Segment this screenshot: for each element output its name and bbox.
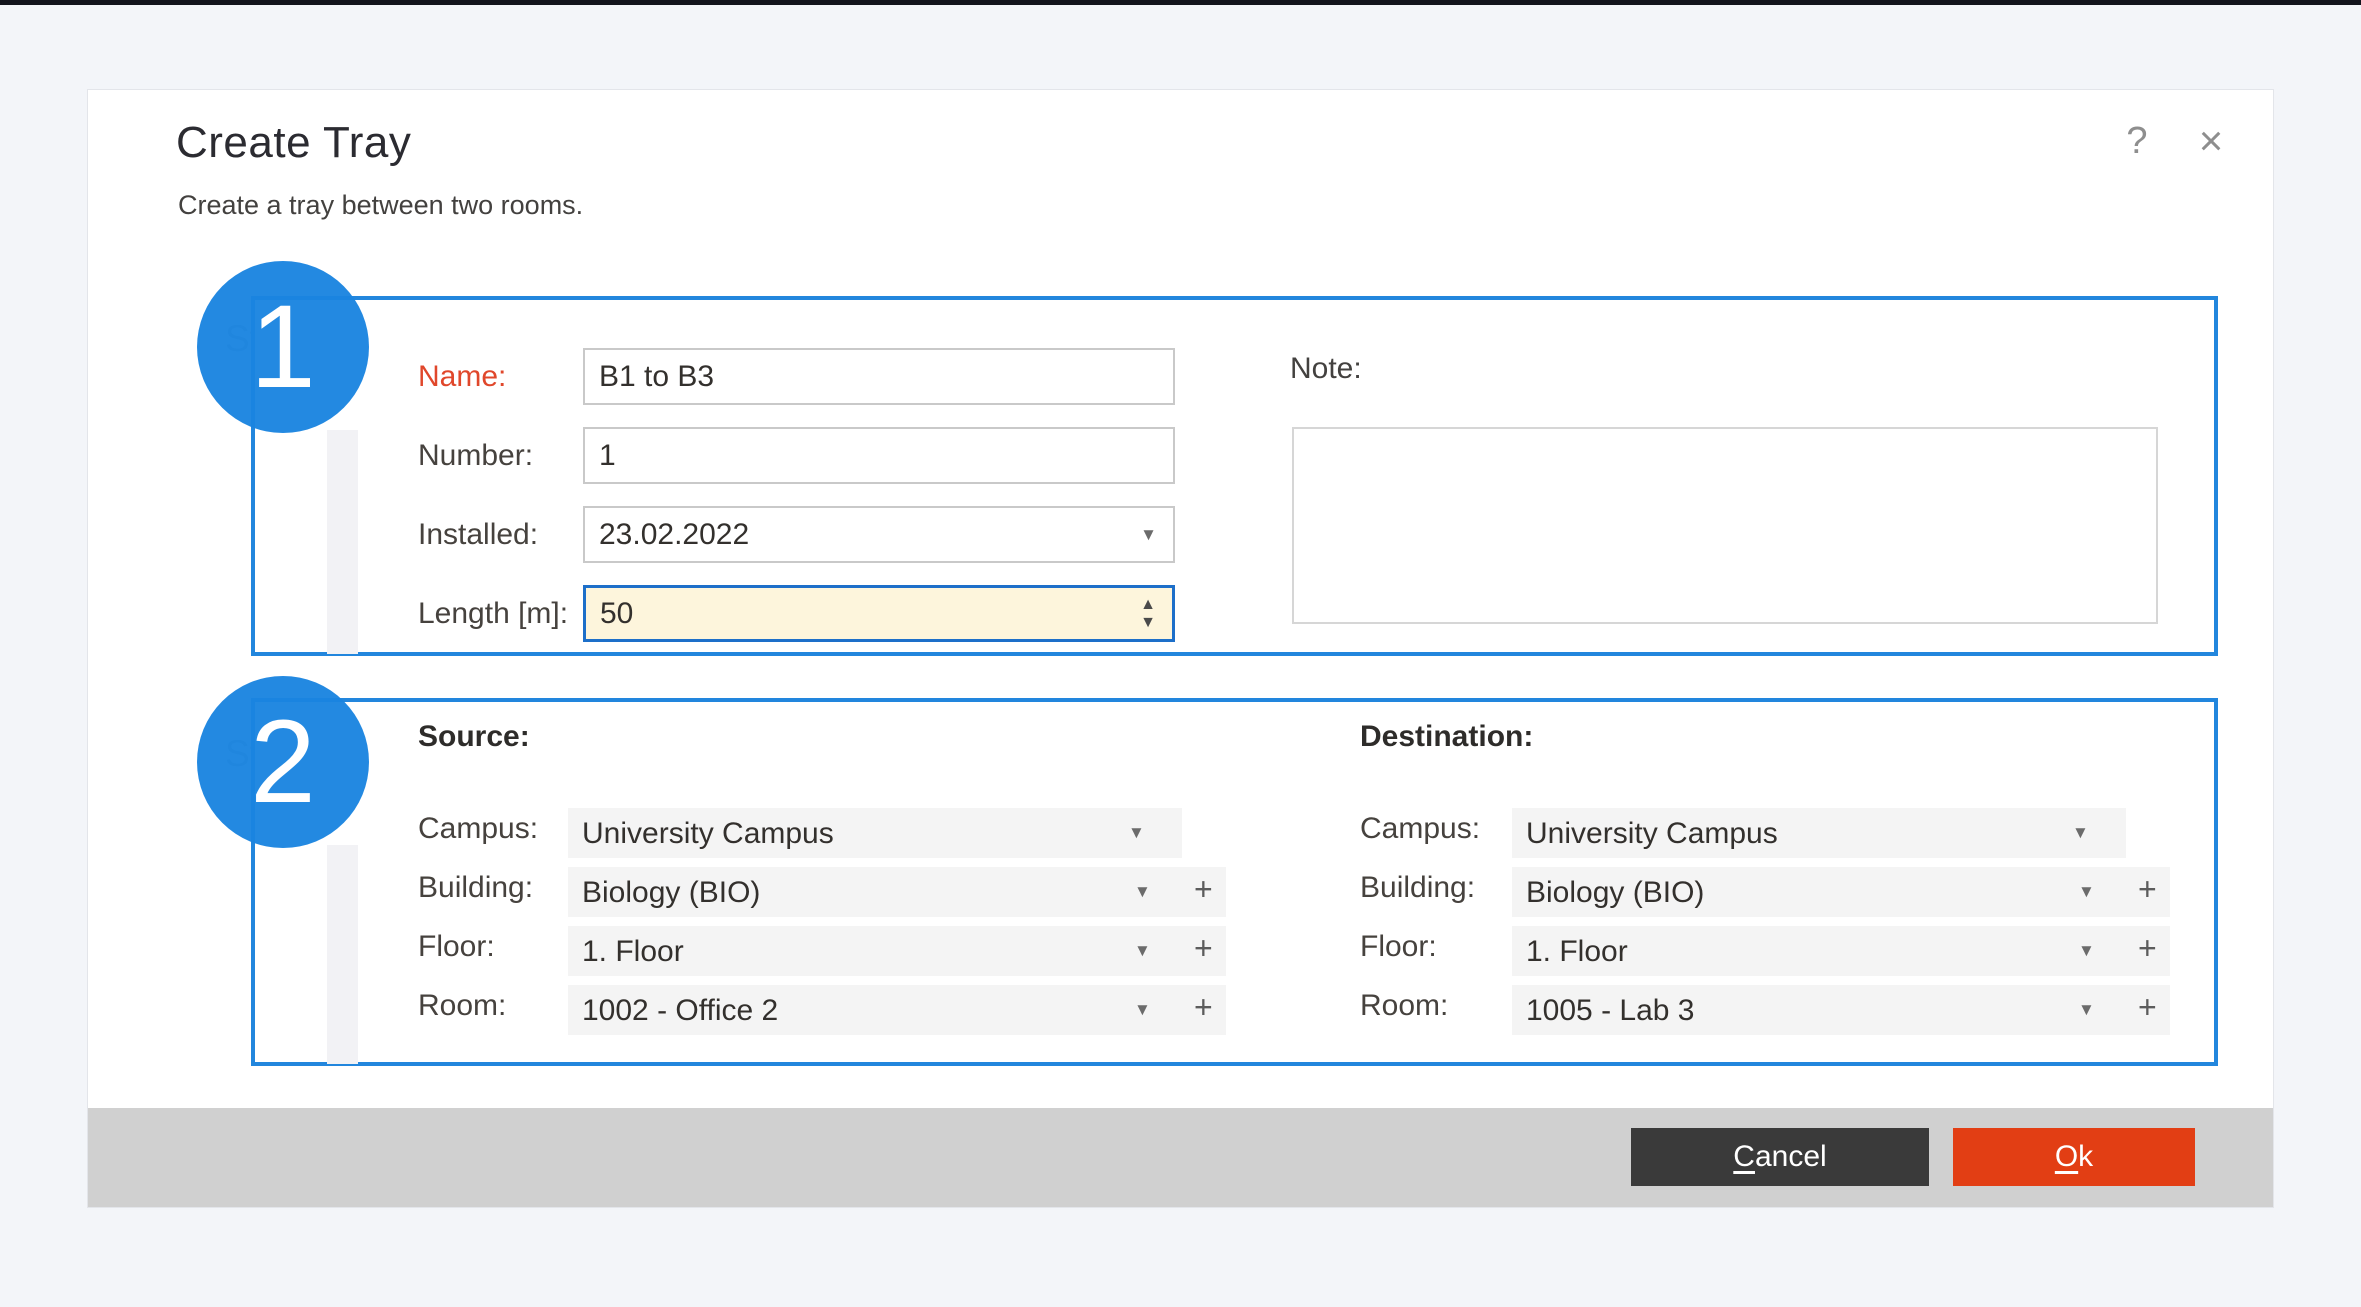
source-room-combobox[interactable]: 1002 - Office 2 ▼ + xyxy=(568,985,1226,1035)
spinner-down-icon[interactable]: ▼ xyxy=(1140,615,1156,631)
installed-dropdown-arrow-icon[interactable]: ▼ xyxy=(1140,525,1157,545)
installed-date-input[interactable] xyxy=(583,506,1175,563)
dropdown-arrow-icon[interactable]: ▼ xyxy=(1134,1000,1151,1020)
dropdown-arrow-icon[interactable]: ▼ xyxy=(2078,882,2095,902)
dropdown-arrow-icon[interactable]: ▼ xyxy=(1134,882,1151,902)
source-floor-value: 1. Floor xyxy=(582,935,684,969)
length-label: Length [m]: xyxy=(418,597,568,631)
cancel-button[interactable]: Cancel xyxy=(1631,1128,1929,1186)
number-label: Number: xyxy=(418,439,533,473)
source-building-combobox[interactable]: Biology (BIO) ▼ + xyxy=(568,867,1226,917)
destination-room-label: Room: xyxy=(1360,989,1448,1023)
create-tray-dialog: Create Tray Create a tray between two ro… xyxy=(88,90,2273,1207)
add-room-icon[interactable]: + xyxy=(2138,989,2157,1026)
note-label: Note: xyxy=(1290,352,1362,386)
dropdown-arrow-icon[interactable]: ▼ xyxy=(2072,823,2089,843)
name-input[interactable] xyxy=(583,348,1175,405)
destination-campus-combobox[interactable]: University Campus ▼ xyxy=(1512,808,2126,858)
ok-label-rest: k xyxy=(2078,1140,2093,1173)
installed-field-wrap: ▼ xyxy=(583,506,1175,563)
add-floor-icon[interactable]: + xyxy=(2138,930,2157,967)
spinner-up-icon[interactable]: ▲ xyxy=(1140,597,1156,613)
source-room-label: Room: xyxy=(418,989,506,1023)
destination-room-combobox[interactable]: 1005 - Lab 3 ▼ + xyxy=(1512,985,2170,1035)
destination-floor-combobox[interactable]: 1. Floor ▼ + xyxy=(1512,926,2170,976)
length-field-wrap: ▲ ▼ xyxy=(583,585,1175,642)
dropdown-arrow-icon[interactable]: ▼ xyxy=(1128,823,1145,843)
destination-building-label: Building: xyxy=(1360,871,1475,905)
dropdown-arrow-icon[interactable]: ▼ xyxy=(1134,941,1151,961)
source-floor-label: Floor: xyxy=(418,930,495,964)
name-label: Name: xyxy=(418,360,506,394)
cancel-label-rest: ancel xyxy=(1755,1140,1827,1173)
dropdown-arrow-icon[interactable]: ▼ xyxy=(2078,1000,2095,1020)
destination-building-combobox[interactable]: Biology (BIO) ▼ + xyxy=(1512,867,2170,917)
number-input[interactable] xyxy=(583,427,1175,484)
help-icon[interactable]: ? xyxy=(2110,114,2164,168)
destination-room-value: 1005 - Lab 3 xyxy=(1526,994,1694,1028)
note-textarea[interactable] xyxy=(1292,427,2158,624)
ok-mnemonic: O xyxy=(2055,1140,2078,1173)
destination-building-value: Biology (BIO) xyxy=(1526,876,1704,910)
top-window-strip xyxy=(0,0,2361,5)
source-campus-label: Campus: xyxy=(418,812,538,846)
destination-campus-label: Campus: xyxy=(1360,812,1480,846)
close-icon[interactable]: × xyxy=(2182,112,2240,170)
destination-floor-value: 1. Floor xyxy=(1526,935,1628,969)
source-room-value: 1002 - Office 2 xyxy=(582,994,778,1028)
source-campus-combobox[interactable]: University Campus ▼ xyxy=(568,808,1182,858)
dropdown-arrow-icon[interactable]: ▼ xyxy=(2078,941,2095,961)
ok-button[interactable]: Ok xyxy=(1953,1128,2195,1186)
source-building-label: Building: xyxy=(418,871,533,905)
source-building-value: Biology (BIO) xyxy=(582,876,760,910)
source-floor-combobox[interactable]: 1. Floor ▼ + xyxy=(568,926,1226,976)
destination-header: Destination: xyxy=(1360,720,1533,754)
add-room-icon[interactable]: + xyxy=(1194,989,1213,1026)
add-building-icon[interactable]: + xyxy=(1194,871,1213,908)
dialog-footer: Cancel Ok xyxy=(88,1108,2273,1207)
source-header: Source: xyxy=(418,720,530,754)
installed-label: Installed: xyxy=(418,518,538,552)
add-floor-icon[interactable]: + xyxy=(1194,930,1213,967)
destination-floor-label: Floor: xyxy=(1360,930,1437,964)
dialog-title: Create Tray xyxy=(176,118,411,168)
length-input[interactable] xyxy=(583,585,1175,642)
source-campus-value: University Campus xyxy=(582,817,834,851)
cancel-mnemonic: C xyxy=(1733,1140,1755,1173)
dialog-subtitle: Create a tray between two rooms. xyxy=(178,190,583,221)
step2-watermark-strip xyxy=(327,845,358,1064)
destination-campus-value: University Campus xyxy=(1526,817,1778,851)
step1-watermark-strip xyxy=(327,430,358,654)
length-spinner: ▲ ▼ xyxy=(1131,589,1165,638)
name-field-wrap xyxy=(583,348,1175,405)
add-building-icon[interactable]: + xyxy=(2138,871,2157,908)
number-field-wrap xyxy=(583,427,1175,484)
step1-badge: 1 xyxy=(197,261,369,433)
step2-badge: 2 xyxy=(197,676,369,848)
